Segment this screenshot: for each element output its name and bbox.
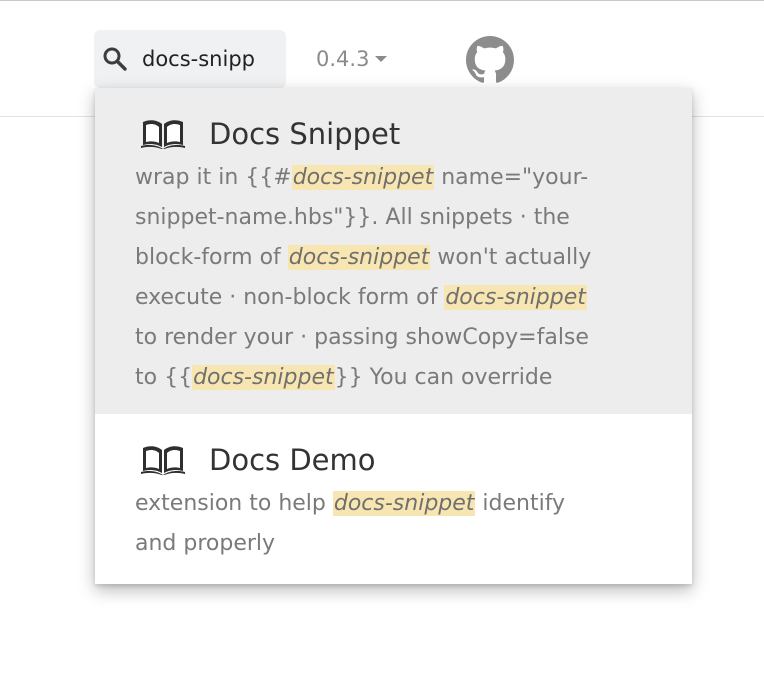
result-title-row: Docs Snippet xyxy=(141,114,652,154)
search-input[interactable] xyxy=(142,44,282,74)
search-result-docs-snippet[interactable]: Docs Snippet wrap it in {{#docs-snippet … xyxy=(95,88,692,414)
result-excerpt: wrap it in {{#docs-snippet name="your-sn… xyxy=(135,158,652,398)
excerpt-text: name="your- xyxy=(434,165,589,190)
excerpt-text: block-form of xyxy=(135,245,288,270)
excerpt-text: snippet-name.hbs"}}. All snippets · the xyxy=(135,205,570,230)
match-highlight: docs-snippet xyxy=(444,285,587,310)
top-border xyxy=(0,0,764,1)
page: 0.4.3 Docs Snippet wrap it in {{#docs-sn… xyxy=(0,0,764,678)
excerpt-line: snippet-name.hbs"}}. All snippets · the xyxy=(135,198,652,238)
version-dropdown[interactable]: 0.4.3 xyxy=(316,44,388,74)
match-highlight: docs-snippet xyxy=(332,491,476,516)
book-icon xyxy=(141,120,185,149)
caret-down-icon xyxy=(375,56,388,62)
excerpt-line: extension to help docs-snippet identify xyxy=(135,484,652,524)
book-icon xyxy=(141,446,185,475)
excerpt-text: won't actually xyxy=(430,245,592,270)
version-label: 0.4.3 xyxy=(316,47,370,71)
excerpt-text: execute · non-block form of xyxy=(135,285,445,310)
excerpt-line: to {{docs-snippet}} You can override xyxy=(135,358,652,398)
search-icon xyxy=(103,47,127,71)
match-highlight: docs-snippet xyxy=(192,365,335,390)
search-result-docs-demo[interactable]: Docs Demo extension to help docs-snippet… xyxy=(95,414,692,584)
result-title: Docs Snippet xyxy=(209,117,401,151)
excerpt-line: execute · non-block form of docs-snippet xyxy=(135,278,652,318)
excerpt-line: wrap it in {{#docs-snippet name="your- xyxy=(135,158,652,198)
match-highlight: docs-snippet xyxy=(291,165,435,190)
result-excerpt: extension to help docs-snippet identify a… xyxy=(135,484,652,564)
excerpt-text: to render your · passing showCopy=false xyxy=(135,325,589,350)
excerpt-text: }} You can override xyxy=(334,365,553,390)
github-icon[interactable] xyxy=(466,36,514,84)
result-title: Docs Demo xyxy=(209,443,376,477)
match-highlight: docs-snippet xyxy=(287,245,431,270)
search-results-dropdown: Docs Snippet wrap it in {{#docs-snippet … xyxy=(95,88,692,584)
excerpt-line: block-form of docs-snippet won't actuall… xyxy=(135,238,652,278)
excerpt-text: and properly xyxy=(135,531,276,556)
excerpt-line: to render your · passing showCopy=false xyxy=(135,318,652,358)
excerpt-text: identify xyxy=(475,491,566,516)
result-title-row: Docs Demo xyxy=(141,440,652,480)
excerpt-text: extension to help xyxy=(135,491,333,516)
excerpt-text: to {{ xyxy=(135,365,193,390)
excerpt-line: and properly xyxy=(135,524,652,564)
excerpt-text: wrap it in {{# xyxy=(135,165,292,190)
